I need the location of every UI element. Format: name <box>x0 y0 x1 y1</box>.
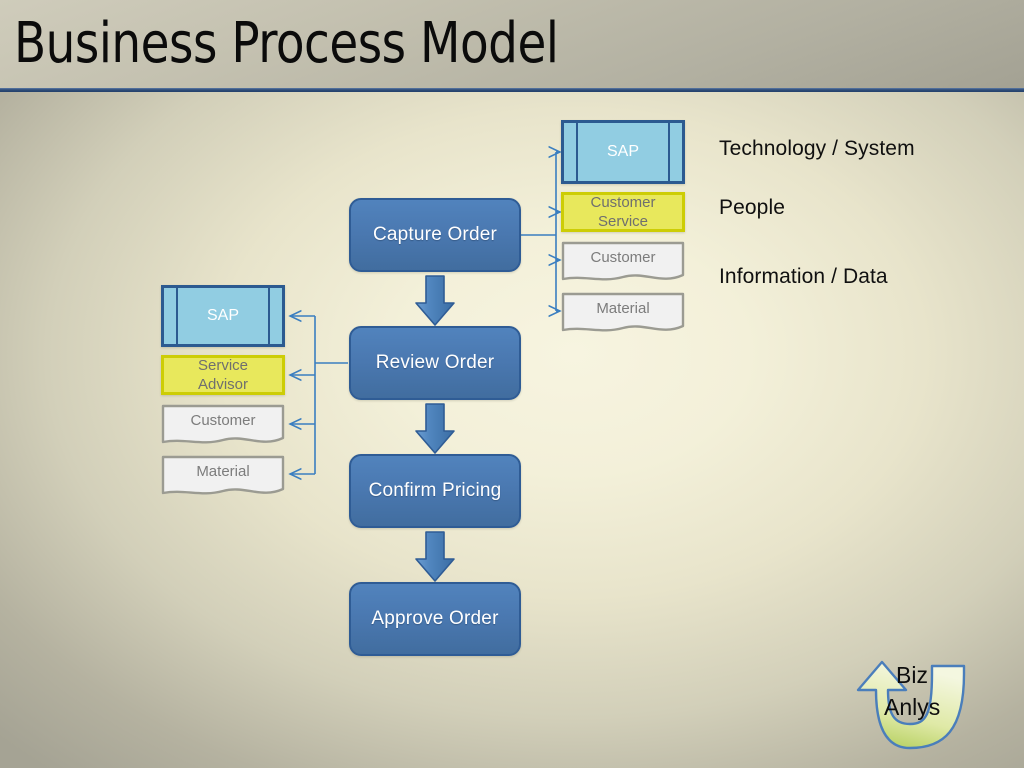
process-step-review-order[interactable]: Review Order <box>349 326 521 400</box>
resource-label: Customer <box>590 249 656 267</box>
resource-label-line1: Customer <box>590 194 656 211</box>
process-step-label: Capture Order <box>372 224 498 245</box>
resource-label: Customer <box>190 412 256 430</box>
legend-item-technology-system: Technology / System <box>719 137 915 160</box>
logo-word-anlys: Anlys <box>884 694 941 720</box>
logo-word-biz: Biz <box>896 662 928 688</box>
resource-label: Material <box>196 463 250 481</box>
brand-logo: Biz Anlys <box>852 652 988 758</box>
resource-system-sap-review[interactable]: SAP <box>161 285 285 347</box>
resource-label: SAP <box>606 143 639 160</box>
resource-label-line1: Service <box>197 357 249 374</box>
resource-document-material-review[interactable]: Material <box>161 455 285 499</box>
resource-label: SAP <box>206 307 239 324</box>
resource-document-material-capture[interactable]: Material <box>561 292 685 336</box>
process-step-label: Approve Order <box>371 608 499 629</box>
process-step-capture-order[interactable]: Capture Order <box>349 198 521 272</box>
legend-item-information-data: Information / Data <box>719 265 888 288</box>
slide-canvas: Business Process Model Capture Order Rev… <box>0 0 1024 768</box>
resource-system-sap-capture[interactable]: SAP <box>561 120 685 184</box>
resource-people-service-advisor[interactable]: Service Advisor <box>161 355 285 395</box>
resource-people-customer-service[interactable]: Customer Service <box>561 192 685 232</box>
process-step-label: Confirm Pricing <box>368 480 502 501</box>
resource-label-line2: Service <box>597 213 649 230</box>
process-step-confirm-pricing[interactable]: Confirm Pricing <box>349 454 521 528</box>
resource-label: Material <box>596 300 650 318</box>
process-step-label: Review Order <box>375 352 495 373</box>
resource-label-line2: Advisor <box>197 376 249 393</box>
process-step-approve-order[interactable]: Approve Order <box>349 582 521 656</box>
resource-document-customer-capture[interactable]: Customer <box>561 241 685 285</box>
legend-item-people: People <box>719 196 785 219</box>
resource-document-customer-review[interactable]: Customer <box>161 404 285 448</box>
